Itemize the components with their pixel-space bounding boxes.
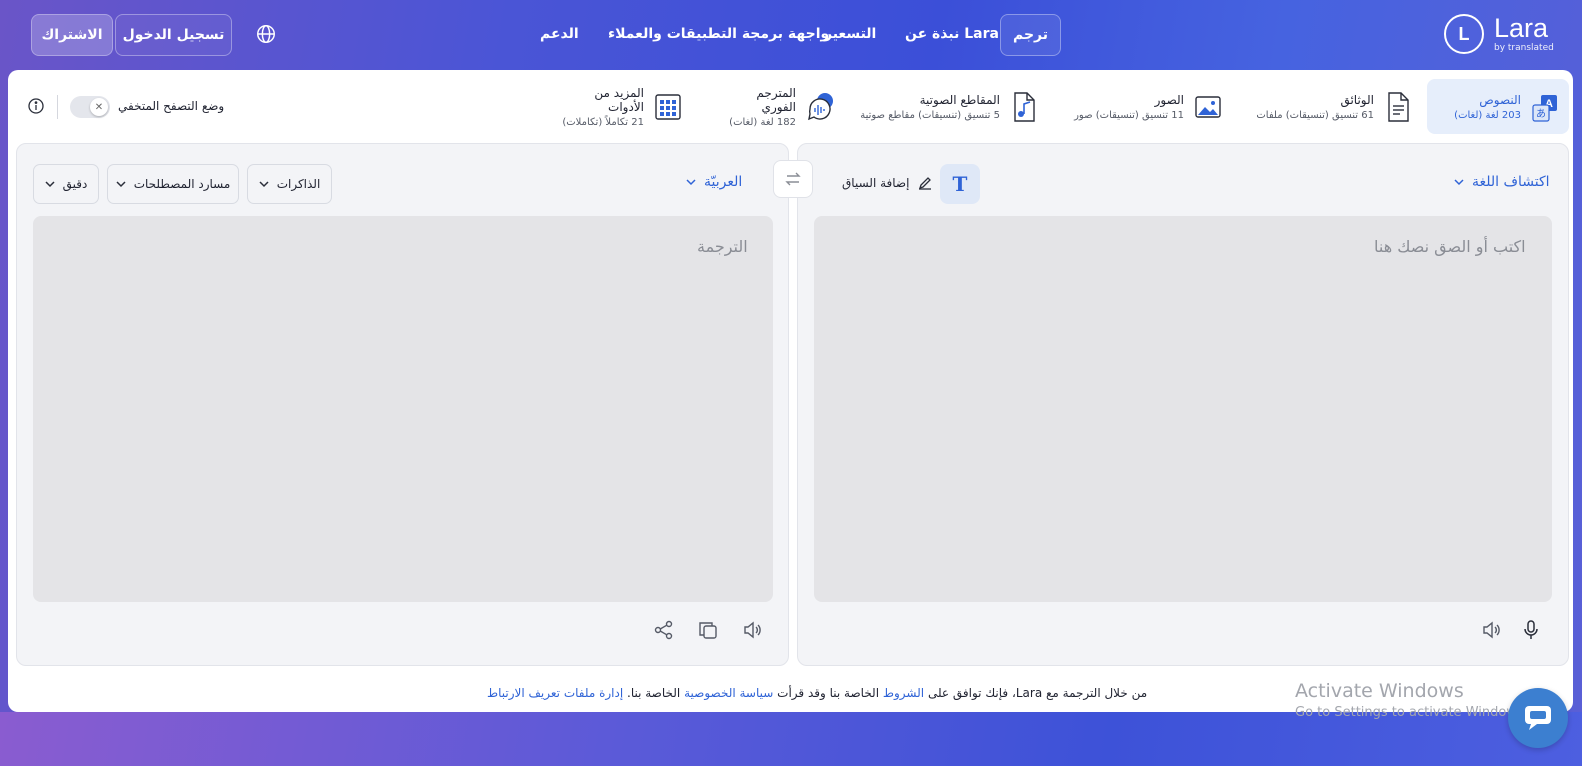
tool-live-interpreter[interactable]: المترجم الفوري 182 لغة (لغات) (724, 79, 834, 134)
top-header: L Lara by translated ترجم نبذة عن Lara ا… (0, 0, 1582, 70)
add-context-button[interactable]: إضافة السياق (842, 175, 933, 191)
voice-chat-icon (808, 92, 833, 120)
chat-icon (1525, 706, 1551, 730)
swap-languages-button[interactable] (773, 160, 813, 198)
source-placeholder: اكتب أو الصق نصك هنا (1374, 237, 1526, 256)
text-mode-button[interactable]: T (940, 164, 980, 204)
globe-icon[interactable] (255, 23, 277, 45)
page-background-band (0, 712, 1582, 766)
nav-api[interactable]: واجهة برمجة التطبيقات والعملاء (608, 26, 829, 42)
translation-placeholder: الترجمة (697, 237, 748, 256)
memories-dropdown[interactable]: الذاكرات (247, 164, 332, 204)
tool-more-tools[interactable]: المزيد من الأدوات 21 تكاملاً (تكاملات) (560, 79, 682, 134)
nav-translate[interactable]: ترجم (1000, 14, 1061, 56)
chevron-down-icon (1454, 179, 1464, 186)
text-translate-icon: A あ (1532, 94, 1557, 122)
chevron-down-icon (686, 179, 696, 186)
terms-link[interactable]: الشروط (883, 686, 924, 700)
source-text-input[interactable] (814, 216, 1552, 602)
logo-mark: L (1444, 14, 1484, 54)
nav-about[interactable]: نبذة عن Lara (905, 26, 999, 42)
pencil-icon (919, 177, 932, 190)
chevron-down-icon (45, 181, 55, 188)
share-icon[interactable] (653, 619, 675, 641)
nav-pricing[interactable]: التسعير (824, 26, 876, 42)
chevron-down-icon (116, 181, 126, 188)
logo-tagline: by translated (1494, 43, 1554, 53)
subscribe-button[interactable]: الاشتراك (31, 14, 113, 56)
privacy-link[interactable]: سياسة الخصوصية (684, 686, 773, 700)
chevron-down-icon (259, 181, 269, 188)
login-button[interactable]: تسجيل الدخول (115, 14, 232, 56)
text-format-icon: T (952, 172, 968, 196)
windows-activation-watermark: Activate Windows Go to Settings to activ… (1295, 680, 1528, 720)
tool-documents[interactable]: الوثائق 61 تنسيق (تنسيقات) ملفات (1256, 79, 1412, 134)
grid-apps-icon (655, 93, 681, 120)
divider (57, 95, 58, 119)
translation-output (33, 216, 773, 602)
document-icon (1388, 91, 1409, 122)
lara-logo[interactable]: L Lara by translated (1444, 14, 1554, 54)
svg-text:あ: あ (1536, 108, 1546, 120)
cookies-link[interactable]: إدارة ملفات تعريف الارتباط (487, 686, 623, 700)
source-language-select[interactable]: اكتشاف اللغة (1454, 174, 1550, 190)
tool-audio[interactable]: المقاطع الصوتية 5 تنسيق (تنسيقات) مقاطع … (860, 79, 1038, 134)
nav-support[interactable]: الدعم (540, 26, 579, 42)
speaker-icon[interactable] (741, 619, 763, 641)
logo-name: Lara (1494, 13, 1549, 43)
image-icon (1195, 95, 1221, 118)
audio-file-icon (1014, 91, 1035, 122)
tool-images[interactable]: الصور 11 تنسيق (تنسيقات) صور (1074, 79, 1222, 134)
incognito-toggle[interactable]: ✕ (70, 96, 110, 118)
toggle-knob: ✕ (90, 98, 108, 116)
legal-notice: من خلال الترجمة مع Lara، فإنك توافق على … (487, 686, 1148, 700)
copy-icon[interactable] (697, 619, 719, 641)
swap-icon (785, 172, 801, 186)
glossaries-dropdown[interactable]: مسارد المصطلحات (107, 164, 239, 204)
chat-support-button[interactable] (1508, 688, 1568, 748)
incognito-label: وضع التصفح المتخفي (118, 99, 225, 113)
speaker-icon[interactable] (1480, 619, 1502, 641)
target-language-select[interactable]: العربيّة (686, 174, 742, 190)
style-dropdown[interactable]: دقيق (33, 164, 99, 204)
info-icon[interactable] (28, 98, 44, 114)
microphone-icon[interactable] (1520, 619, 1542, 641)
tool-text[interactable]: A あ النصوص 203 لغة (لغات) (1427, 79, 1569, 134)
